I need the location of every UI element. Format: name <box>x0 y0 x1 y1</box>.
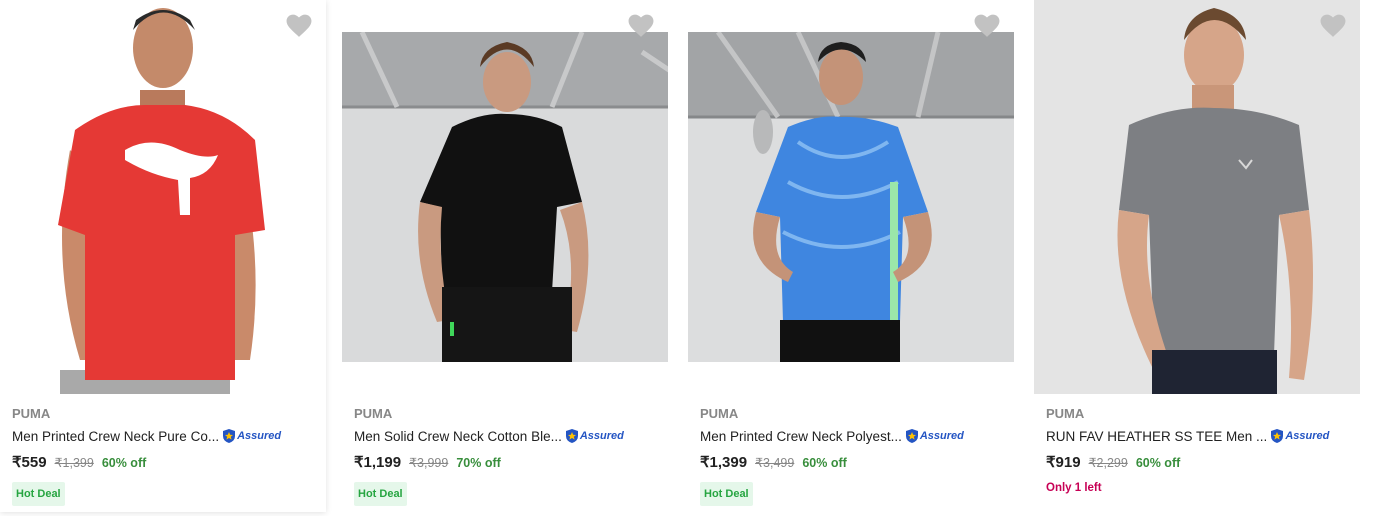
discount-label: 60% off <box>802 456 847 470</box>
product-title[interactable]: Men Printed Crew Neck Pure Co... <box>12 429 219 444</box>
product-card[interactable]: PUMA Men Solid Crew Neck Cotton Ble... A… <box>342 0 668 516</box>
hot-deal-badge: Hot Deal <box>700 482 753 506</box>
discount-label: 60% off <box>1135 456 1181 470</box>
product-card[interactable]: PUMA Men Printed Crew Neck Polyest... As… <box>688 0 1014 516</box>
product-card[interactable]: PUMA RUN FAV HEATHER SS TEE Men ... Assu… <box>1034 0 1360 516</box>
assured-badge: Assured <box>1269 428 1329 444</box>
selling-price: ₹559 <box>12 454 47 471</box>
discount-label: 60% off <box>101 456 147 470</box>
product-info: PUMA RUN FAV HEATHER SS TEE Men ... Assu… <box>1046 405 1352 494</box>
grey-tshirt-model-photo <box>1034 0 1360 394</box>
product-info: PUMA Men Printed Crew Neck Pure Co... As… <box>12 405 318 506</box>
red-tshirt-model-photo <box>40 0 280 394</box>
hot-deal-badge: Hot Deal <box>12 482 65 506</box>
product-title[interactable]: RUN FAV HEATHER SS TEE Men ... <box>1046 429 1267 444</box>
selling-price: ₹919 <box>1046 454 1081 471</box>
blue-tshirt-model-photo <box>688 32 1014 362</box>
assured-badge: Assured <box>904 428 964 444</box>
original-price: ₹3,999 <box>409 456 449 470</box>
heart-icon[interactable] <box>286 14 312 38</box>
heart-icon[interactable] <box>628 14 654 38</box>
discount-label: 70% off <box>456 456 501 470</box>
product-image[interactable] <box>0 0 326 394</box>
shield-icon <box>565 429 578 443</box>
brand-name: PUMA <box>1046 406 1085 421</box>
stock-status: Only 1 left <box>1046 482 1102 494</box>
original-price: ₹1,399 <box>54 456 94 470</box>
product-image[interactable] <box>342 0 668 394</box>
brand-name: PUMA <box>700 406 739 421</box>
assured-badge: Assured <box>221 428 281 444</box>
product-title[interactable]: Men Printed Crew Neck Polyest... <box>700 429 902 444</box>
black-tshirt-model-photo <box>342 32 668 362</box>
original-price: ₹3,499 <box>755 456 795 470</box>
brand-name: PUMA <box>354 406 393 421</box>
shield-icon <box>1271 429 1284 443</box>
assured-badge: Assured <box>564 428 624 444</box>
product-grid: PUMA Men Printed Crew Neck Pure Co... As… <box>0 0 1376 516</box>
selling-price: ₹1,399 <box>700 454 748 471</box>
selling-price: ₹1,199 <box>354 454 402 471</box>
shield-icon <box>905 429 918 443</box>
heart-icon[interactable] <box>1320 14 1346 38</box>
shield-icon <box>223 429 236 443</box>
heart-icon[interactable] <box>974 14 1000 38</box>
brand-name: PUMA <box>12 406 51 421</box>
original-price: ₹2,299 <box>1088 456 1128 470</box>
product-card[interactable]: PUMA Men Printed Crew Neck Pure Co... As… <box>0 0 326 512</box>
product-info: PUMA Men Solid Crew Neck Cotton Ble... A… <box>354 405 660 506</box>
product-title[interactable]: Men Solid Crew Neck Cotton Ble... <box>354 429 562 444</box>
hot-deal-badge: Hot Deal <box>354 482 407 506</box>
product-info: PUMA Men Printed Crew Neck Polyest... As… <box>700 405 1006 506</box>
product-image[interactable] <box>1034 0 1360 394</box>
product-image[interactable] <box>688 0 1014 394</box>
